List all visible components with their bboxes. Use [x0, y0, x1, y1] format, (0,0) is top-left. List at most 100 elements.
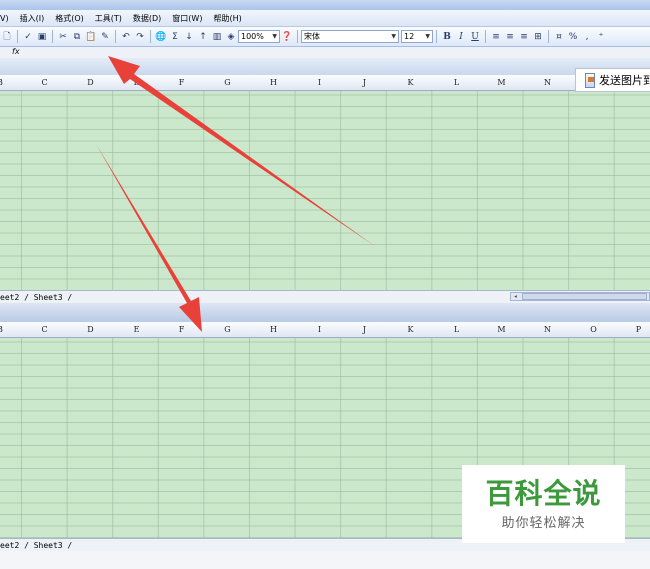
toolbar-separator	[548, 30, 549, 43]
drawing-icon[interactable]: ◈	[225, 30, 237, 44]
underline-button[interactable]: U	[469, 30, 481, 44]
spellcheck-icon[interactable]: ✓	[22, 30, 34, 44]
column-header-k[interactable]: K	[388, 75, 433, 90]
font-size-select[interactable]: 12 ▼	[401, 30, 433, 43]
column-header-b[interactable]: B	[0, 322, 12, 337]
column-header-e[interactable]: E	[114, 75, 159, 90]
chart-wizard-icon[interactable]: ▥	[211, 30, 223, 44]
bold-button[interactable]: B	[441, 30, 453, 44]
zoom-select[interactable]: 100% ▼	[238, 30, 280, 43]
toolbar-separator	[436, 30, 437, 43]
menu-format[interactable]: 格式(O)	[55, 13, 84, 24]
toolbar-separator	[52, 30, 53, 43]
column-header-l[interactable]: L	[434, 322, 479, 337]
column-header-g[interactable]: G	[205, 75, 250, 90]
menu-insert[interactable]: 插入(I)	[20, 13, 45, 24]
toolbar-separator	[115, 30, 116, 43]
column-header-m[interactable]: M	[479, 322, 524, 337]
font-name-value: 宋体	[304, 32, 320, 41]
chevron-down-icon: ▼	[425, 33, 430, 40]
toolbar-separator	[150, 30, 151, 43]
paste-icon[interactable]: 📋	[85, 30, 97, 44]
column-header-f[interactable]: F	[159, 322, 204, 337]
column-header-c[interactable]: C	[22, 75, 67, 90]
column-header-d[interactable]: D	[68, 75, 113, 90]
watermark-logo: 百科全说 助你轻松解决	[462, 465, 625, 543]
chevron-down-icon: ▼	[272, 33, 277, 40]
autosum-button[interactable]: Σ	[169, 30, 181, 44]
status-bar	[0, 551, 650, 569]
column-header-e[interactable]: E	[114, 322, 159, 337]
horizontal-scrollbar[interactable]: ◂	[510, 292, 650, 301]
pane-header-strip	[0, 58, 650, 76]
scroll-thumb[interactable]	[522, 293, 647, 300]
column-header-m[interactable]: M	[479, 75, 524, 90]
task-pane-label: 发送图片到	[599, 74, 650, 87]
column-header-j[interactable]: J	[342, 75, 387, 90]
print-preview-icon[interactable]: 🗋	[1, 30, 13, 44]
column-header-b[interactable]: B	[0, 75, 12, 90]
column-header-k[interactable]: K	[388, 322, 433, 337]
window-splitter[interactable]	[0, 303, 650, 323]
scroll-left-icon[interactable]: ◂	[511, 293, 520, 300]
toolbar-separator	[485, 30, 486, 43]
image-icon	[585, 72, 595, 88]
merge-center-icon[interactable]: ⊞	[532, 30, 544, 44]
format-painter-icon[interactable]: ✎	[99, 30, 111, 44]
menu-window[interactable]: 窗口(W)	[172, 13, 202, 24]
column-header-h[interactable]: H	[251, 322, 296, 337]
cell-grid[interactable]	[0, 90, 650, 290]
font-name-select[interactable]: 宋体 ▼	[301, 30, 399, 43]
column-header-l[interactable]: L	[434, 75, 479, 90]
menu-help[interactable]: 帮助(H)	[213, 13, 241, 24]
help-icon[interactable]: ❓	[281, 30, 293, 44]
toolbar-separator	[297, 30, 298, 43]
align-left-icon[interactable]: ≡	[490, 30, 502, 44]
research-icon[interactable]: ▣	[36, 30, 48, 44]
sort-descending-icon[interactable]: ↑	[197, 30, 209, 44]
menu-data[interactable]: 数据(D)	[133, 13, 161, 24]
copy-icon[interactable]: ⧉	[71, 30, 83, 44]
redo-icon[interactable]: ↷	[134, 30, 146, 44]
column-header-n[interactable]: N	[525, 75, 570, 90]
column-header-i[interactable]: I	[297, 75, 342, 90]
percent-button[interactable]: %	[567, 30, 579, 44]
menu-bar: V) 插入(I) 格式(O) 工具(T) 数据(D) 窗口(W) 帮助(H)	[0, 10, 650, 27]
menu-tools[interactable]: 工具(T)	[95, 13, 122, 24]
watermark-subtitle: 助你轻松解决	[501, 515, 586, 531]
column-header-j[interactable]: J	[342, 322, 387, 337]
column-header-row: B C D E F G H I J K L M N O P	[0, 322, 650, 338]
column-header-d[interactable]: D	[68, 322, 113, 337]
chevron-down-icon: ▼	[391, 33, 396, 40]
sheet-tabs[interactable]: eet2 / Sheet3 /	[0, 293, 72, 302]
increase-decimal-icon[interactable]: ⁺	[595, 30, 607, 44]
column-header-f[interactable]: F	[159, 75, 204, 90]
comma-style-icon[interactable]: ,	[581, 30, 593, 44]
sheet-pane-top: B C D E F G H I J K L M N	[0, 58, 650, 290]
column-header-n[interactable]: N	[525, 322, 570, 337]
column-header-i[interactable]: I	[297, 322, 342, 337]
sort-ascending-icon[interactable]: ↓	[183, 30, 195, 44]
align-center-icon[interactable]: ≡	[504, 30, 516, 44]
italic-button[interactable]: I	[455, 30, 467, 44]
toolbar-separator	[17, 30, 18, 43]
watermark-title: 百科全说	[485, 476, 602, 510]
cut-icon[interactable]: ✂	[57, 30, 69, 44]
column-header-g[interactable]: G	[205, 322, 250, 337]
menu-view[interactable]: V)	[0, 14, 9, 23]
undo-icon[interactable]: ↶	[120, 30, 132, 44]
column-header-h[interactable]: H	[251, 75, 296, 90]
align-right-icon[interactable]: ≡	[518, 30, 530, 44]
zoom-value: 100%	[241, 32, 264, 41]
column-header-p[interactable]: P	[616, 322, 650, 337]
sheet-tabs[interactable]: eet2 / Sheet3 /	[0, 541, 72, 550]
column-header-c[interactable]: C	[22, 322, 67, 337]
font-size-value: 12	[404, 32, 415, 41]
task-pane-send-image[interactable]: 发送图片到	[575, 68, 650, 92]
function-icon[interactable]: fx	[12, 47, 20, 56]
currency-icon[interactable]: ¤	[553, 30, 565, 44]
hyperlink-icon[interactable]: 🌐	[155, 30, 167, 44]
column-header-row: B C D E F G H I J K L M N	[0, 75, 650, 91]
column-header-o[interactable]: O	[571, 322, 616, 337]
sheet-tab-bar-top: eet2 / Sheet3 / ◂	[0, 290, 650, 304]
